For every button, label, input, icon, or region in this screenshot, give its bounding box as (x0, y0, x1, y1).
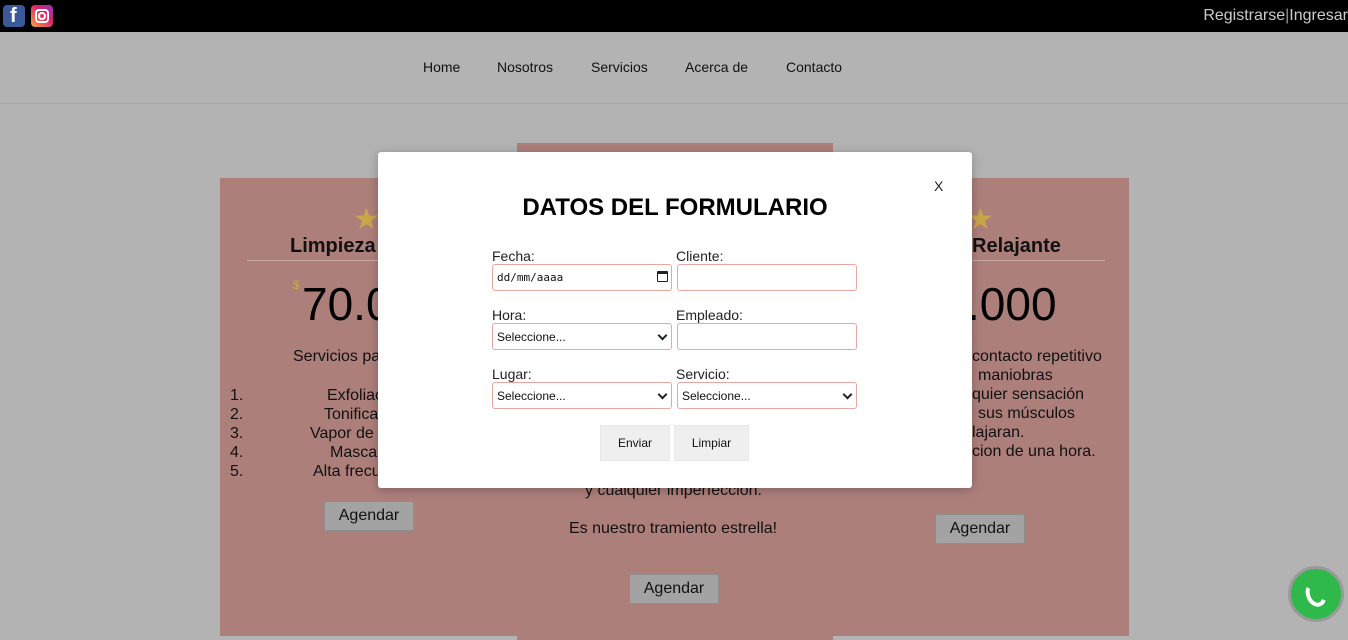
agendar-button[interactable]: Agendar (935, 514, 1025, 544)
card-text-line: Es nuestro tramiento estrella! (569, 520, 778, 537)
list-number: 2. (230, 406, 244, 423)
cliente-label: Cliente: (676, 248, 724, 264)
register-link[interactable]: Registrarse (1203, 7, 1285, 24)
form-modal: X DATOS DEL FORMULARIO Fecha: dd/mm/aaaa… (378, 152, 972, 488)
nav-contacto[interactable]: Contacto (786, 59, 842, 75)
card-text-line: contacto repetitivo (972, 348, 1102, 365)
fecha-value: dd/mm/aaaa (497, 271, 564, 284)
card-title: Relajante (972, 235, 1061, 257)
star-icon: ★ (353, 203, 380, 236)
hora-value: Seleccione... (497, 329, 566, 344)
main-nav: Home Nosotros Servicios Acerca de Contac… (0, 32, 1348, 104)
lugar-label: Lugar: (492, 366, 532, 382)
card-text-line: sus músculos (978, 405, 1075, 422)
whatsapp-icon[interactable] (1288, 566, 1344, 622)
list-number: 3. (230, 425, 244, 442)
fecha-label: Fecha: (492, 248, 535, 264)
chevron-down-icon (842, 389, 853, 400)
hora-label: Hora: (492, 307, 527, 323)
auth-links: Registrarse|Ingresar (1203, 7, 1348, 25)
chevron-down-icon (657, 330, 668, 341)
card-text-line: lajaran. (972, 424, 1025, 441)
lugar-value: Seleccione... (497, 388, 566, 403)
agendar-button[interactable]: Agendar (324, 501, 414, 531)
card-title: Limpieza (290, 235, 376, 257)
list-item: Masca (330, 444, 378, 461)
list-item: Exfoliac (327, 387, 384, 404)
instagram-icon[interactable] (31, 5, 53, 27)
currency-symbol: $ (293, 278, 300, 292)
card-text-line: quier sensación (972, 386, 1085, 403)
nav-servicios[interactable]: Servicios (591, 59, 648, 75)
agendar-button[interactable]: Agendar (629, 574, 719, 604)
limpiar-button[interactable]: Limpiar (674, 425, 749, 461)
chevron-down-icon (657, 389, 668, 400)
list-number: 5. (230, 463, 244, 480)
login-link[interactable]: Ingresar (1289, 7, 1348, 24)
list-item: Vapor de (310, 425, 374, 442)
enviar-button[interactable]: Enviar (600, 425, 670, 461)
modal-title: DATOS DEL FORMULARIO (522, 194, 828, 221)
empleado-label: Empleado: (676, 307, 743, 323)
card-text-line: cion de una hora. (972, 443, 1096, 460)
fecha-input[interactable]: dd/mm/aaaa (492, 264, 672, 291)
lugar-select[interactable]: Seleccione... (492, 382, 672, 409)
list-item: Alta frecu (313, 463, 381, 480)
card-price: .000 (967, 278, 1057, 330)
close-icon[interactable]: X (934, 178, 943, 194)
facebook-icon[interactable]: f (3, 5, 25, 27)
servicio-value: Seleccione... (682, 388, 751, 403)
nav-home[interactable]: Home (423, 59, 460, 75)
cliente-input[interactable] (677, 264, 857, 291)
nav-acerca-de[interactable]: Acerca de (685, 59, 748, 75)
servicio-label: Servicio: (676, 366, 730, 382)
servicio-select[interactable]: Seleccione... (677, 382, 857, 409)
nav-nosotros[interactable]: Nosotros (497, 59, 553, 75)
calendar-icon[interactable] (657, 271, 668, 282)
list-item: Tonifica (324, 406, 379, 423)
list-number: 4. (230, 444, 244, 461)
card-text-line: maniobras (978, 367, 1053, 384)
hora-select[interactable]: Seleccione... (492, 323, 672, 350)
list-number: 1. (230, 387, 244, 404)
card-intro: Servicios pa (293, 348, 381, 365)
empleado-input[interactable] (677, 323, 857, 350)
top-bar: f Registrarse|Ingresar (0, 0, 1348, 32)
